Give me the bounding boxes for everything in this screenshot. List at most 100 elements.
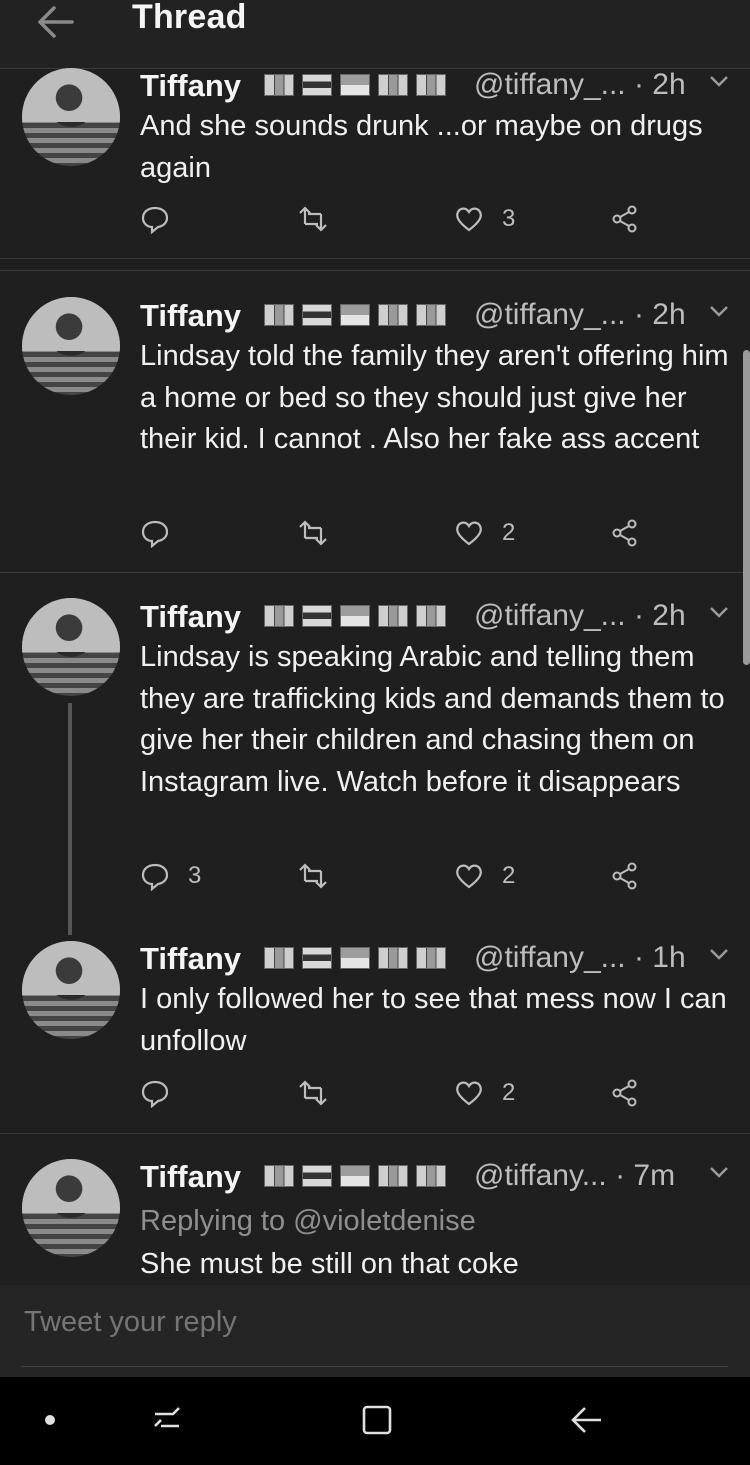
tweet-actions: 2 xyxy=(140,1078,660,1118)
reply-icon xyxy=(141,863,169,891)
avatar[interactable] xyxy=(22,941,120,1039)
chevron-down-icon[interactable] xyxy=(708,945,730,963)
flag-icon xyxy=(340,74,370,96)
chevron-down-icon[interactable] xyxy=(708,72,730,90)
recent-apps-icon[interactable] xyxy=(147,1400,187,1440)
flag-icon xyxy=(302,947,332,969)
author-handle: @tiffany... · 7m xyxy=(474,1159,676,1192)
tweet-header: Tiffany @tiffany_... · 2h xyxy=(140,599,740,639)
flag-icon xyxy=(340,304,370,326)
retweet-button[interactable] xyxy=(298,518,346,548)
share-button[interactable] xyxy=(610,861,640,891)
divider xyxy=(0,270,750,271)
chevron-down-icon[interactable] xyxy=(708,1163,730,1181)
chevron-down-icon[interactable] xyxy=(708,603,730,621)
avatar[interactable] xyxy=(22,598,120,696)
like-button[interactable]: 3 xyxy=(454,204,515,234)
share-button[interactable] xyxy=(610,204,640,234)
retweet-icon xyxy=(299,863,327,889)
tweet-text: And she sounds drunk ...or maybe on drug… xyxy=(140,110,703,184)
tweet-header: Tiffany @tiffany_... · 2h xyxy=(140,298,740,338)
flag-icon xyxy=(340,1165,370,1187)
like-button[interactable]: 2 xyxy=(454,1078,515,1108)
dot-icon[interactable] xyxy=(30,1400,70,1440)
avatar[interactable] xyxy=(22,297,120,395)
share-button[interactable] xyxy=(610,518,640,548)
reply-button[interactable] xyxy=(140,1078,188,1108)
reply-count: 3 xyxy=(188,862,202,889)
flag-icon xyxy=(416,1165,446,1187)
flag-icon xyxy=(340,947,370,969)
tweet-reply-input[interactable] xyxy=(22,1305,726,1340)
share-icon xyxy=(612,862,637,890)
flag-icon xyxy=(378,605,408,627)
avatar[interactable] xyxy=(22,1159,120,1257)
flag-icon xyxy=(378,74,408,96)
heart-icon xyxy=(456,864,482,889)
heart-icon xyxy=(456,1081,482,1106)
reply-icon xyxy=(141,1080,169,1108)
author-name[interactable]: Tiffany xyxy=(140,599,241,635)
author-handle: @tiffany_... · 2h xyxy=(474,298,686,331)
tweet-actions: 3 2 xyxy=(140,861,660,901)
tweet-header: Tiffany @tiffany_... · 1h xyxy=(140,941,740,981)
reply-button[interactable]: 3 xyxy=(140,861,201,891)
flag-emojis xyxy=(264,74,454,96)
flag-icon xyxy=(302,1165,332,1187)
timestamp: · 2h xyxy=(633,599,686,632)
tweet-text: Lindsay told the family they aren't offe… xyxy=(140,340,729,455)
retweet-button[interactable] xyxy=(298,1078,346,1108)
divider xyxy=(0,258,750,259)
thread-connector xyxy=(68,703,72,935)
flag-icon xyxy=(416,74,446,96)
author-name[interactable]: Tiffany xyxy=(140,298,241,334)
like-button[interactable]: 2 xyxy=(454,861,515,891)
chevron-down-icon[interactable] xyxy=(708,302,730,320)
heart-icon xyxy=(456,207,482,232)
timestamp: · 2h xyxy=(633,298,686,331)
author-name[interactable]: Tiffany xyxy=(140,68,241,104)
flag-emojis xyxy=(264,947,454,969)
flag-icon xyxy=(378,304,408,326)
flag-icon xyxy=(302,605,332,627)
reply-icon xyxy=(141,520,169,548)
timestamp: · 7m xyxy=(615,1159,676,1192)
back-icon[interactable] xyxy=(567,1400,607,1440)
retweet-icon xyxy=(299,520,327,546)
top-app-bar: Thread xyxy=(0,0,750,69)
author-handle: @tiffany_... · 2h xyxy=(474,68,686,101)
home-icon[interactable] xyxy=(357,1400,397,1440)
replying-to[interactable]: Replying to @violetdenise xyxy=(140,1201,735,1243)
reply-button[interactable] xyxy=(140,204,188,234)
share-icon xyxy=(612,519,637,547)
flag-icon xyxy=(264,947,294,969)
tweet-text: She must be still on that coke xyxy=(140,1248,519,1280)
timestamp: · 1h xyxy=(633,941,686,974)
author-name[interactable]: Tiffany xyxy=(140,941,241,977)
retweet-icon xyxy=(299,1080,327,1106)
share-button[interactable] xyxy=(610,1078,640,1108)
tweet-text: I only followed her to see that mess now… xyxy=(140,983,727,1057)
retweet-button[interactable] xyxy=(298,204,346,234)
divider xyxy=(0,572,750,573)
flag-emojis xyxy=(264,1165,454,1187)
flag-icon xyxy=(302,74,332,96)
avatar[interactable] xyxy=(22,68,120,166)
heart-icon xyxy=(456,521,482,546)
flag-icon xyxy=(264,1165,294,1187)
retweet-button[interactable] xyxy=(298,861,346,891)
arrow-left-icon[interactable] xyxy=(34,4,74,40)
author-name[interactable]: Tiffany xyxy=(140,1159,241,1195)
flag-icon xyxy=(264,605,294,627)
reply-icon xyxy=(141,206,169,234)
share-icon xyxy=(612,1079,637,1107)
flag-emojis xyxy=(264,605,454,627)
reply-button[interactable] xyxy=(140,518,188,548)
tweet-actions: 3 xyxy=(140,204,660,244)
retweet-icon xyxy=(299,206,327,232)
like-button[interactable]: 2 xyxy=(454,518,515,548)
flag-icon xyxy=(378,1165,408,1187)
flag-icon xyxy=(378,947,408,969)
scrollbar[interactable] xyxy=(743,350,750,665)
flag-emojis xyxy=(264,304,454,326)
